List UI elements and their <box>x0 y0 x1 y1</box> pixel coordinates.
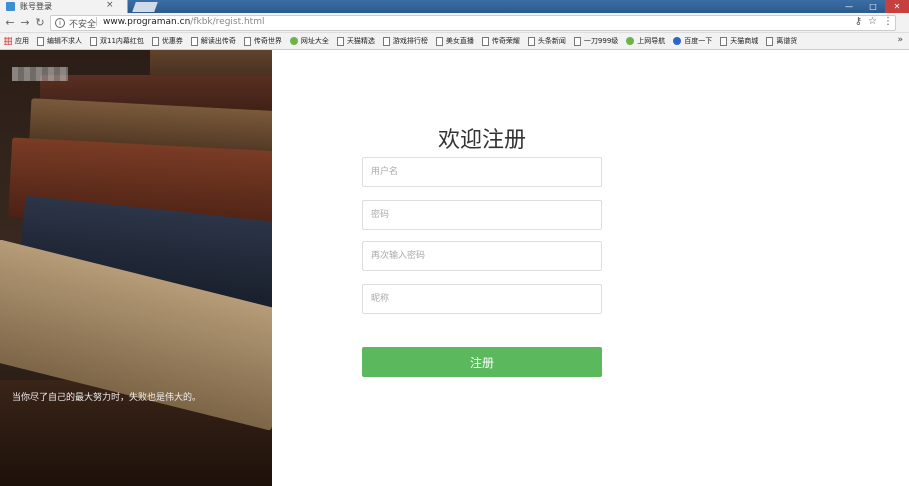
favicon-icon <box>6 2 15 11</box>
bookmark-item[interactable]: 解读出传奇 <box>190 36 236 46</box>
url-path: /fkbk/regist.html <box>190 17 265 27</box>
url-host: www.programan.cn <box>103 17 191 27</box>
bookmark-item[interactable]: 网址大全 <box>289 36 329 46</box>
bookmark-label: 双11内幕红包 <box>100 37 144 45</box>
page-icon <box>151 36 159 46</box>
page-icon <box>527 36 535 46</box>
omnibox-icons: ⚷ ☆ ⋮ <box>855 16 893 27</box>
browser-tab[interactable]: 账号登录 × <box>0 0 128 13</box>
page-icon <box>573 36 581 46</box>
page-icon <box>190 36 198 46</box>
bookmark-label: 传奇世界 <box>253 37 282 45</box>
bookmark-item[interactable]: 游戏排行榜 <box>382 36 428 46</box>
page-icon <box>243 36 251 46</box>
minimize-icon[interactable]: — <box>837 0 861 13</box>
maximize-icon[interactable]: □ <box>861 0 885 13</box>
nickname-input[interactable] <box>362 284 602 314</box>
address-bar[interactable]: i 不安全 | www.programan.cn/fkbk/regist.htm… <box>50 15 896 31</box>
page-icon <box>336 36 344 46</box>
bookmark-item[interactable]: 百度一下 <box>673 36 712 46</box>
bookmark-item[interactable]: 天猫商城 <box>720 36 758 46</box>
page-icon <box>720 36 728 46</box>
bookmark-label: 天猫商城 <box>730 37 759 45</box>
back-arrow-icon[interactable]: ← <box>3 16 17 30</box>
tab-strip: 账号登录 × — □ ✕ <box>0 0 909 13</box>
slogan-text: 当你尽了自己的最大努力时，失败也是伟大的。 <box>12 393 202 403</box>
bookmark-item[interactable]: 传奇世界 <box>243 36 282 46</box>
bookmark-label: 美女直播 <box>445 37 474 45</box>
new-tab-button[interactable] <box>132 2 158 12</box>
page-title: 欢迎注册 <box>437 128 526 153</box>
page-icon <box>382 36 390 46</box>
bookmark-label: 上网导航 <box>637 37 666 45</box>
bookmark-item[interactable]: 美女直播 <box>435 36 474 46</box>
page-icon <box>37 36 44 46</box>
tab-close-icon[interactable]: × <box>106 0 114 10</box>
page-icon <box>435 36 443 46</box>
page-icon <box>766 36 774 46</box>
forward-arrow-icon[interactable]: → <box>18 16 32 30</box>
paw-icon <box>673 37 682 45</box>
bookmark-label: 天猫精选 <box>346 37 375 45</box>
bookmark-label: 应用 <box>15 37 29 45</box>
star-icon[interactable]: ☆ <box>868 16 877 27</box>
bookmark-label: 传奇荣耀 <box>491 37 520 45</box>
bookmark-item[interactable]: 一刀999级 <box>573 36 619 46</box>
green-icon <box>626 37 635 45</box>
menu-icon[interactable]: ⋮ <box>883 16 893 27</box>
page-content: 当你尽了自己的最大努力时，失败也是伟大的。 欢迎注册 注册 <box>0 50 909 486</box>
key-icon[interactable]: ⚷ <box>855 16 862 27</box>
page-icon <box>481 36 489 46</box>
bookmark-label: 优惠券 <box>161 37 183 45</box>
bookmark-item[interactable]: 头条新闻 <box>527 36 566 46</box>
bookmarks-bar: 应用 编辑不求人 双11内幕红包 优惠券 解读出传奇 传奇世界 网址大全 天猫精选 游戏排行榜 美… <box>0 33 909 50</box>
browser-toolbar: ← → ↻ i 不安全 | www.programan.cn/fkbk/regi… <box>0 13 909 33</box>
bookmarks-more-icon[interactable]: » <box>897 35 903 45</box>
bookmark-item[interactable]: 优惠券 <box>151 36 183 46</box>
bookmark-label: 百度一下 <box>684 37 713 45</box>
tab-title: 账号登录 <box>20 2 52 11</box>
bookmark-item[interactable]: 编辑不求人 <box>37 36 82 46</box>
window-close-icon[interactable]: ✕ <box>885 0 909 13</box>
green-icon <box>289 37 298 45</box>
confirm-password-input[interactable] <box>362 241 602 271</box>
window-controls: — □ ✕ <box>837 0 909 13</box>
bookmark-label: 离谱货 <box>776 37 798 45</box>
bookmark-item[interactable]: 离谱货 <box>766 36 797 46</box>
bookmark-label: 编辑不求人 <box>47 37 82 45</box>
bookmark-label: 解读出传奇 <box>200 37 236 45</box>
bookmark-item[interactable]: 传奇荣耀 <box>481 36 520 46</box>
bookmark-item[interactable]: 双11内幕红包 <box>90 36 144 46</box>
apps-icon <box>4 37 12 45</box>
bookmark-item[interactable]: 应用 <box>4 36 29 46</box>
url-text[interactable]: www.programan.cn/fkbk/regist.html <box>103 17 264 27</box>
info-icon[interactable]: i <box>55 18 65 28</box>
bookmark-item[interactable]: 天猫精选 <box>336 36 375 46</box>
password-input[interactable] <box>362 200 602 230</box>
bookmark-item[interactable]: 上网导航 <box>626 36 665 46</box>
security-label[interactable]: 不安全 <box>69 17 96 30</box>
bookmark-label: 游戏排行榜 <box>392 37 428 45</box>
hero-image-panel: 当你尽了自己的最大努力时，失败也是伟大的。 <box>0 50 272 486</box>
username-input[interactable] <box>362 157 602 187</box>
bookmarks-list: 应用 编辑不求人 双11内幕红包 优惠券 解读出传奇 传奇世界 网址大全 天猫精选 游戏排行榜 美… <box>4 36 797 46</box>
page-icon <box>90 36 97 46</box>
register-button[interactable]: 注册 <box>362 347 602 377</box>
url-separator: | <box>95 17 99 27</box>
site-logo[interactable] <box>12 67 68 81</box>
bookmark-label: 头条新闻 <box>537 37 566 45</box>
bookmark-label: 一刀999级 <box>583 37 619 45</box>
bookmark-label: 网址大全 <box>300 37 329 45</box>
reload-icon[interactable]: ↻ <box>33 16 47 30</box>
